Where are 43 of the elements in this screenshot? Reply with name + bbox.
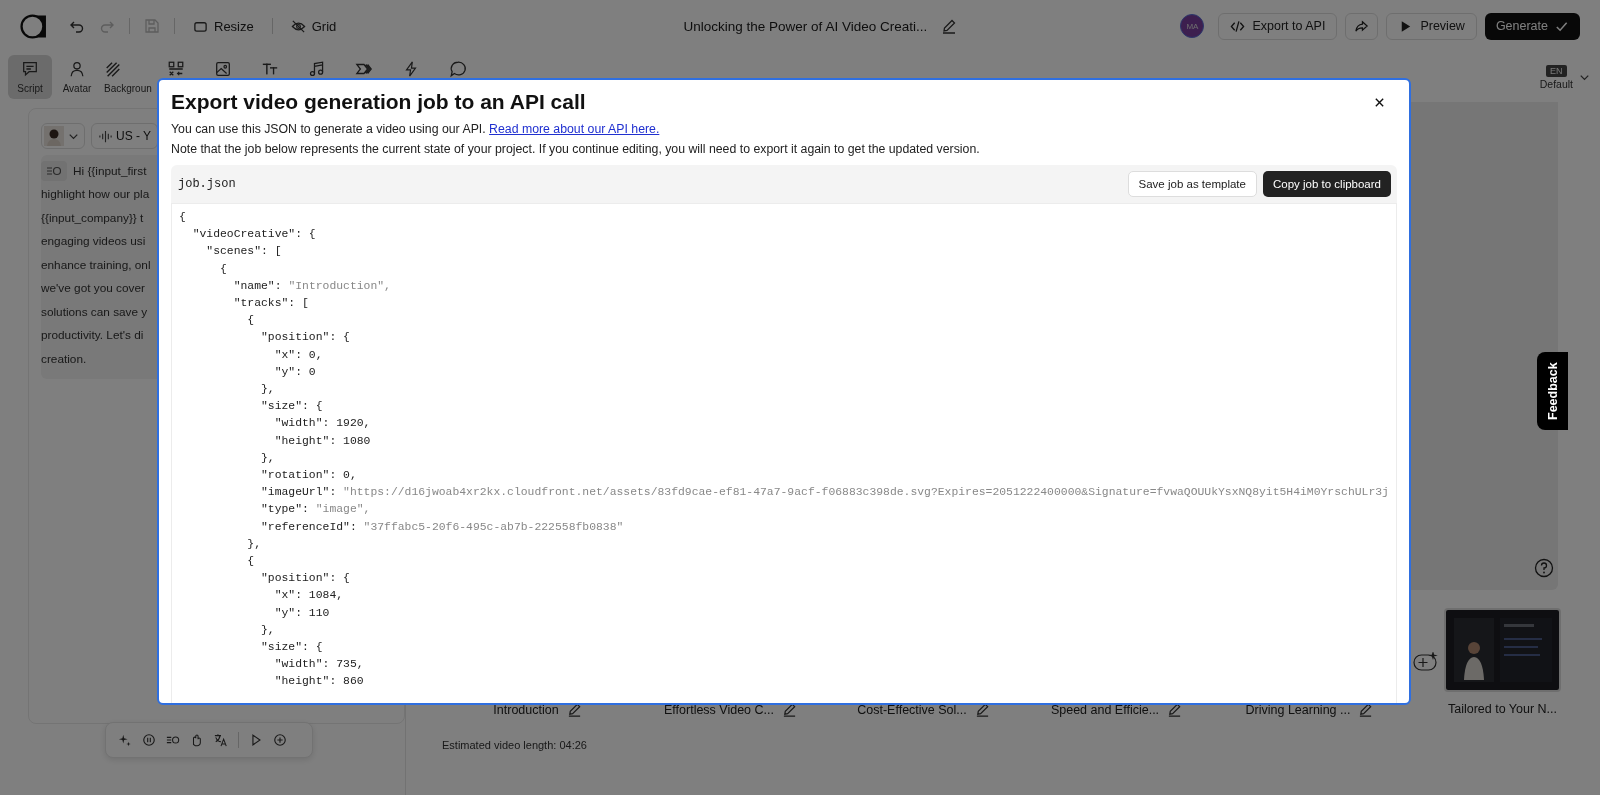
code-line: "videoCreative": { xyxy=(191,227,316,243)
project-title: Unlocking the Power of AI Video Creati... xyxy=(683,18,928,34)
code-line: "size": { xyxy=(260,640,323,656)
note-text: Note that the job below represents the current state of your project. If you continue editing, you will need to export it again to get the updated version. xyxy=(171,142,981,156)
code-line: "imageUrl": "https://d16jwoab4xr2kx.cloudfront.net/assets/83fd9cae-ef81-47a7-9acf-f06883c398de.svg?Expires=2051222400000&Signature=fvwaQOUUkYsxNQ8yit5H4iM0YrschULr3j xyxy=(260,485,1389,501)
code-line: "y": 110 xyxy=(273,605,330,621)
intro-text: You can use this JSON to generate a video using our API. xyxy=(171,122,486,136)
code-line: "height": 860 xyxy=(273,674,364,690)
code-line: "referenceId": "37ffabc5-20f6-495c-ab7b-222558fb0838" xyxy=(260,519,624,535)
script-text-line: productivity. Let's di xyxy=(41,328,144,343)
code-line: "name": "Introduction", xyxy=(232,278,391,294)
code-line: "type": "image", xyxy=(260,502,371,518)
code-line: "width": 735, xyxy=(273,657,364,673)
code-line: "width": 1920, xyxy=(273,416,371,432)
script-text-line: engaging videos usi xyxy=(41,234,146,249)
code-line: }, xyxy=(260,622,275,638)
code-line: "position": { xyxy=(260,571,350,587)
code-line: }, xyxy=(260,450,275,466)
code-line: }, xyxy=(260,382,275,398)
code-line: "x": 0, xyxy=(273,347,323,363)
file-name: job.json xyxy=(178,177,237,191)
dialog-title: Export video generation job to an API call xyxy=(171,90,586,114)
code-line: { xyxy=(246,554,255,570)
script-text-line: we've got you cover xyxy=(41,281,145,296)
code-line: "x": 1084, xyxy=(273,588,344,604)
code-line: { xyxy=(246,313,255,329)
code-line: "rotation": 0, xyxy=(260,468,357,484)
script-text-line: Hi {{input_first xyxy=(73,163,147,178)
code-line: { xyxy=(179,210,186,225)
code-line: "tracks": [ xyxy=(232,296,309,311)
script-text-line: highlight how our pla xyxy=(41,187,150,202)
script-text-line: solutions can save y xyxy=(41,304,148,319)
code-line: "size": { xyxy=(260,399,323,415)
script-text-line: enhance training, onl xyxy=(41,257,151,272)
code-line: }, xyxy=(246,536,262,552)
script-text-line: {{input_company}} t xyxy=(41,210,144,225)
script-text-line: creation. xyxy=(41,351,87,366)
code-line: "y": 0 xyxy=(273,364,316,380)
code-line: "scenes": [ xyxy=(205,244,282,260)
code-line: { xyxy=(219,261,227,277)
estimated-length: Estimated video length: 04:26 xyxy=(442,739,588,751)
code-line: "position": { xyxy=(260,330,350,346)
code-line: "height": 1080 xyxy=(273,433,371,449)
